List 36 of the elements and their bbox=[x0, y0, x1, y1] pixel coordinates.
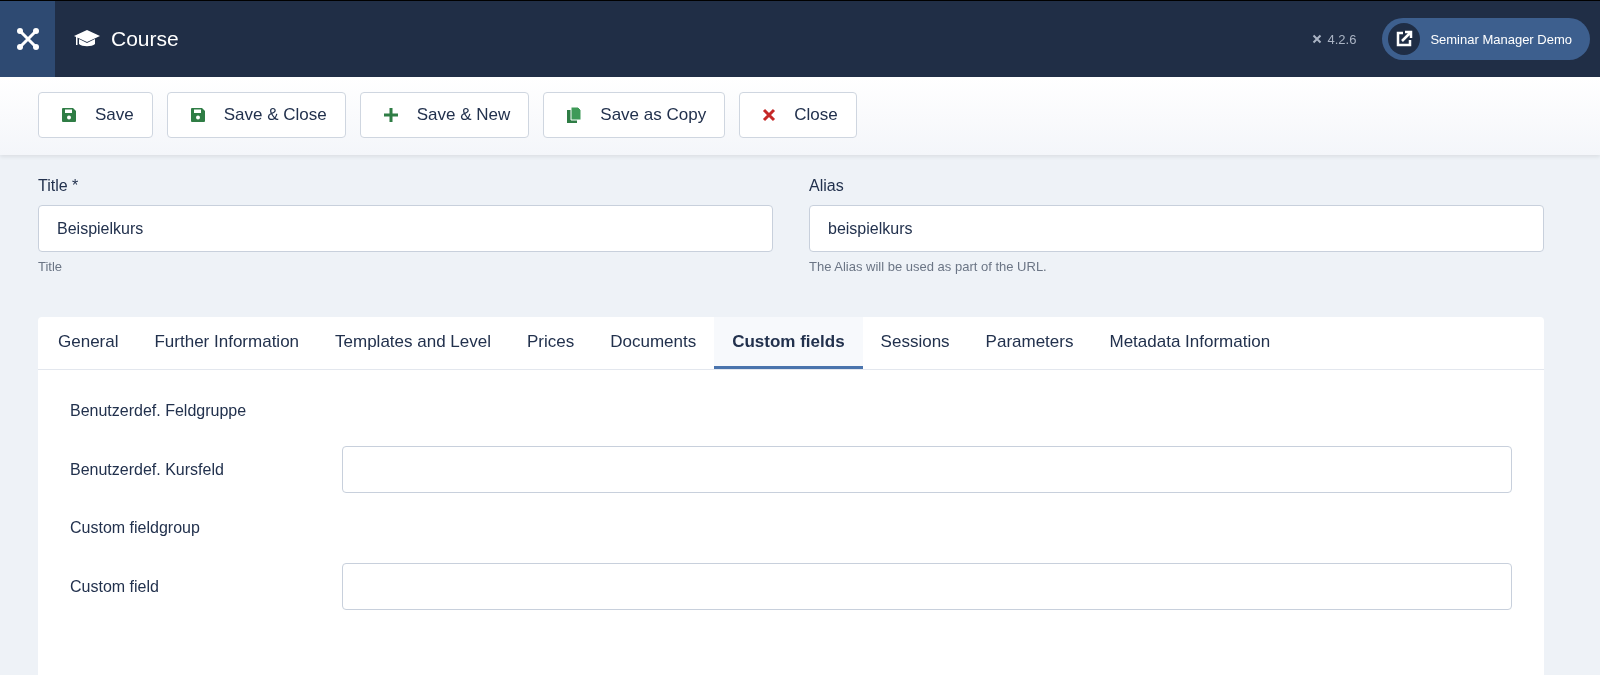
site-link-button[interactable]: Seminar Manager Demo bbox=[1382, 18, 1590, 60]
field-hint: The Alias will be used as part of the URL. bbox=[809, 259, 1047, 274]
plus-icon bbox=[382, 107, 399, 123]
group-heading: Benutzerdef. Feldgruppe bbox=[70, 402, 248, 420]
field-label: Benutzerdef. Kursfeld bbox=[70, 460, 225, 479]
copy-icon bbox=[566, 106, 583, 124]
field-label: Alias bbox=[809, 177, 844, 195]
group-heading: Custom fieldgroup bbox=[70, 519, 201, 537]
toolbar-button[interactable]: Save & Close bbox=[166, 92, 346, 138]
logo-icon[interactable] bbox=[0, 1, 55, 77]
input-field[interactable]: Beispielkurs bbox=[38, 205, 773, 252]
external-link-icon bbox=[1395, 30, 1414, 48]
tab[interactable]: Further Information bbox=[136, 317, 318, 369]
tab[interactable]: Metadata Information bbox=[1091, 317, 1289, 369]
field-label: Custom field bbox=[70, 577, 160, 596]
toolbar-button[interactable]: Save & New bbox=[359, 92, 530, 138]
tab[interactable]: Parameters bbox=[967, 317, 1092, 369]
input-field[interactable] bbox=[342, 563, 1512, 610]
close-icon bbox=[762, 108, 777, 122]
toolbar-button[interactable]: Close bbox=[739, 92, 857, 138]
graduation-cap-icon bbox=[73, 29, 101, 49]
field-hint: Title bbox=[38, 259, 63, 274]
tab[interactable]: General bbox=[40, 317, 137, 369]
tab[interactable]: Documents bbox=[592, 317, 715, 369]
field-label: Title * bbox=[38, 177, 79, 195]
version-text: 4.2.6 bbox=[1327, 31, 1357, 47]
logo-icon bbox=[1311, 33, 1324, 45]
toolbar-button[interactable]: Save as Copy bbox=[543, 92, 726, 138]
tab[interactable]: Prices bbox=[509, 317, 593, 369]
input-field[interactable]: beispielkurs bbox=[809, 205, 1544, 252]
tab[interactable]: Custom fields bbox=[714, 317, 863, 369]
toolbar-button[interactable]: Save bbox=[38, 92, 153, 138]
tab[interactable]: Sessions bbox=[862, 317, 968, 369]
page-title: Course bbox=[111, 27, 179, 51]
tab[interactable]: Templates and Level bbox=[317, 317, 509, 369]
input-field[interactable] bbox=[342, 446, 1512, 493]
